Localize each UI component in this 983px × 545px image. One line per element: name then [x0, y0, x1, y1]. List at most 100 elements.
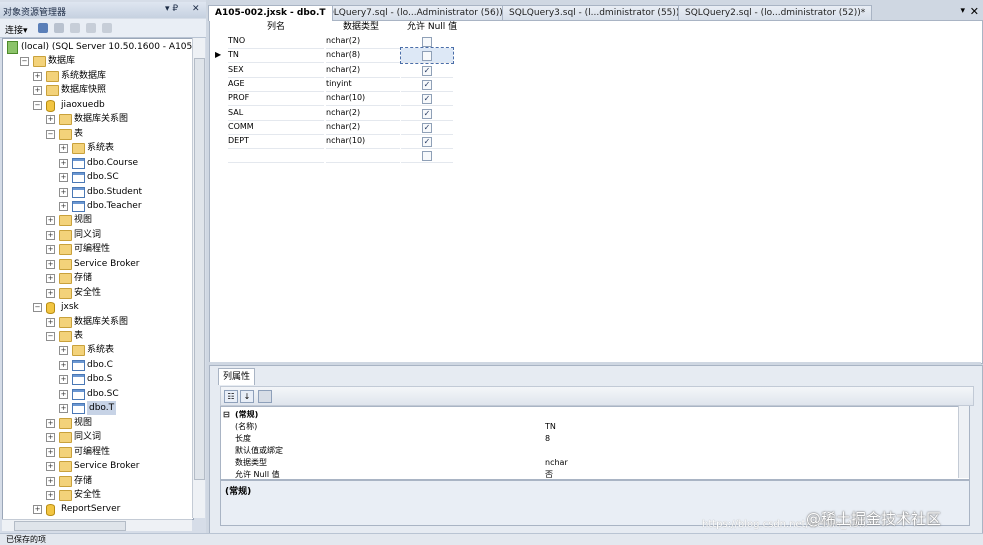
- scrollbar-thumb[interactable]: [194, 58, 205, 480]
- table-row[interactable]: SEX nchar(2) ✓: [210, 63, 455, 78]
- data-type-cell[interactable]: nchar(10): [326, 91, 400, 107]
- data-type-cell[interactable]: [326, 148, 400, 164]
- allow-null-checkbox[interactable]: ✓: [422, 108, 432, 119]
- property-value[interactable]: 8: [545, 433, 550, 445]
- property-value[interactable]: TN: [545, 421, 556, 433]
- close-document-icon[interactable]: ✕: [970, 5, 979, 18]
- expand-icon[interactable]: +: [33, 505, 42, 515]
- tab-list-chevron-down-icon[interactable]: ▾: [960, 6, 965, 16]
- expand-icon[interactable]: +: [46, 418, 55, 428]
- collapse-icon[interactable]: ⊟: [223, 409, 230, 421]
- scrollbar-thumb[interactable]: [14, 521, 126, 531]
- allow-null-checkbox[interactable]: ✓: [422, 94, 432, 105]
- expand-icon[interactable]: +: [59, 360, 68, 370]
- expand-icon[interactable]: +: [46, 462, 55, 472]
- expand-icon[interactable]: +: [33, 71, 42, 81]
- column-name-cell[interactable]: TNO: [228, 34, 324, 49]
- disconnect-icon[interactable]: [54, 23, 64, 33]
- expand-icon[interactable]: +: [46, 476, 55, 486]
- refresh-icon[interactable]: [102, 23, 112, 33]
- property-row[interactable]: 允许 Null 值 否: [221, 469, 959, 479]
- tree-vertical-scrollbar[interactable]: [192, 38, 205, 518]
- tab-table-designer[interactable]: A105-002.jxsk - dbo.T: [208, 5, 333, 21]
- categorized-icon[interactable]: ☷: [224, 390, 238, 403]
- allow-null-checkbox[interactable]: ✓: [422, 79, 432, 90]
- expand-icon[interactable]: +: [59, 375, 68, 385]
- column-name-cell[interactable]: SEX: [228, 63, 324, 78]
- collapse-icon[interactable]: −: [46, 129, 55, 139]
- column-name-cell[interactable]: PROF: [228, 91, 324, 107]
- data-type-cell[interactable]: nchar(2): [326, 34, 400, 49]
- tab-sqlquery7[interactable]: SQLQuery7.sql - (lo...Administrator (56)…: [314, 5, 510, 21]
- table-row[interactable]: ▶ TN nchar(8): [210, 47, 455, 65]
- collapse-icon[interactable]: −: [46, 332, 55, 341]
- column-name-cell[interactable]: DEPT: [228, 134, 324, 150]
- table-row[interactable]: SAL nchar(2) ✓: [210, 106, 455, 121]
- expand-icon[interactable]: +: [33, 86, 42, 96]
- expand-icon[interactable]: +: [46, 216, 55, 226]
- property-row[interactable]: (名称) TN: [221, 421, 959, 433]
- expand-icon[interactable]: +: [46, 259, 55, 269]
- expand-icon[interactable]: +: [46, 245, 55, 255]
- data-type-cell[interactable]: nchar(2): [326, 63, 400, 78]
- expand-icon[interactable]: +: [46, 317, 55, 327]
- property-section-header[interactable]: ⊟ (常规): [221, 409, 959, 421]
- data-type-cell[interactable]: nchar(2): [326, 106, 400, 121]
- expand-icon[interactable]: +: [46, 230, 55, 240]
- expand-icon[interactable]: +: [46, 288, 55, 298]
- column-name-cell[interactable]: TN: [228, 48, 324, 64]
- table-row[interactable]: [210, 148, 455, 164]
- column-name-cell[interactable]: AGE: [228, 77, 324, 92]
- collapse-icon[interactable]: −: [20, 57, 29, 67]
- allow-null-checkbox[interactable]: [422, 151, 432, 162]
- property-row[interactable]: 数据类型 nchar: [221, 457, 959, 469]
- table-row[interactable]: PROF nchar(10) ✓: [210, 91, 455, 107]
- expand-icon[interactable]: +: [46, 490, 55, 500]
- connect-button[interactable]: 连接▾: [5, 23, 28, 36]
- column-name-cell[interactable]: SAL: [228, 106, 324, 121]
- expand-icon[interactable]: +: [59, 158, 68, 168]
- table-row[interactable]: COMM nchar(2) ✓: [210, 120, 455, 135]
- data-type-cell[interactable]: nchar(10): [326, 134, 400, 150]
- allow-null-checkbox[interactable]: ✓: [422, 65, 432, 76]
- collapse-icon[interactable]: −: [33, 303, 42, 313]
- property-row[interactable]: 默认值或绑定: [221, 445, 959, 457]
- connect-icon[interactable]: [38, 23, 48, 33]
- tab-sqlquery3[interactable]: SQLQuery3.sql - (l...dministrator (55))*: [502, 5, 691, 21]
- allow-null-checkbox[interactable]: [422, 51, 432, 62]
- expand-icon[interactable]: +: [46, 115, 55, 125]
- pin-icon[interactable]: ▾ ₽: [165, 4, 178, 14]
- allow-null-checkbox[interactable]: ✓: [422, 122, 432, 133]
- expand-icon[interactable]: +: [46, 274, 55, 284]
- allow-null-checkbox[interactable]: [422, 37, 432, 47]
- property-value[interactable]: nchar: [545, 457, 568, 469]
- expand-icon[interactable]: +: [59, 173, 68, 183]
- property-grid-scrollbar[interactable]: [958, 406, 969, 478]
- data-type-cell[interactable]: tinyint: [326, 77, 400, 92]
- tree-horizontal-scrollbar[interactable]: [2, 519, 192, 531]
- expand-icon[interactable]: +: [46, 433, 55, 443]
- expand-icon[interactable]: +: [59, 187, 68, 197]
- expand-icon[interactable]: +: [46, 447, 55, 457]
- expand-icon[interactable]: +: [59, 144, 68, 154]
- column-name-cell[interactable]: COMM: [228, 120, 324, 135]
- table-row[interactable]: AGE tinyint ✓: [210, 77, 455, 92]
- data-type-cell[interactable]: nchar(8): [326, 48, 400, 64]
- tab-sqlquery2[interactable]: SQLQuery2.sql - (lo...dministrator (52))…: [678, 5, 873, 21]
- tab-column-properties[interactable]: 列属性: [218, 368, 256, 385]
- expand-icon[interactable]: +: [59, 404, 68, 414]
- filter-icon[interactable]: [86, 23, 96, 33]
- collapse-icon[interactable]: −: [33, 100, 42, 110]
- expand-icon[interactable]: +: [59, 201, 68, 211]
- expand-icon[interactable]: +: [59, 389, 68, 399]
- allow-null-checkbox[interactable]: ✓: [422, 137, 432, 148]
- close-icon[interactable]: ✕: [192, 4, 200, 14]
- property-row[interactable]: 长度 8: [221, 433, 959, 445]
- data-type-cell[interactable]: nchar(2): [326, 120, 400, 135]
- table-row[interactable]: DEPT nchar(10) ✓: [210, 134, 455, 150]
- stop-icon[interactable]: [70, 23, 80, 33]
- property-value[interactable]: 否: [545, 469, 553, 479]
- sort-alphabetical-icon[interactable]: ↓: [240, 390, 254, 403]
- property-pages-icon[interactable]: [258, 390, 272, 403]
- column-name-cell[interactable]: [228, 148, 324, 164]
